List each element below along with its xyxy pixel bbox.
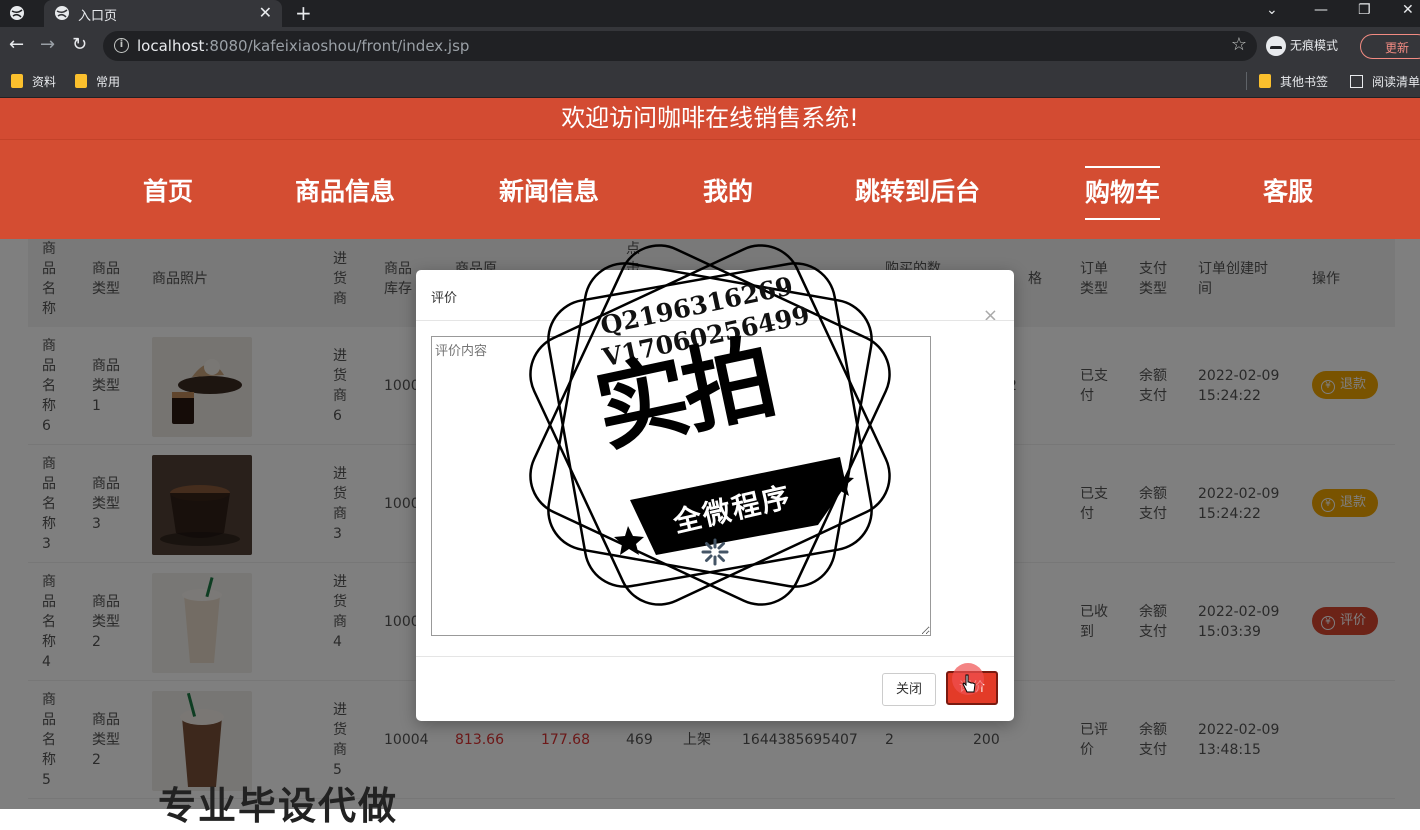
incognito-icon [1266, 36, 1286, 56]
reload-icon[interactable]: ↻ [72, 35, 87, 55]
dialog-title: 评价 [431, 291, 458, 306]
back-icon[interactable]: ← [9, 35, 24, 55]
site-info-icon[interactable]: i [114, 38, 129, 53]
forward-icon[interactable]: → [40, 35, 55, 55]
incognito-indicator[interactable]: 无痕模式 [1266, 36, 1338, 56]
nav-news[interactable]: 新闻信息 [499, 172, 599, 212]
bookmark-folder[interactable]: 资料 [11, 73, 56, 90]
other-bookmarks[interactable]: 其他书签 [1259, 73, 1328, 90]
nav-mine[interactable]: 我的 [703, 172, 753, 212]
close-button[interactable]: 关闭 [882, 673, 936, 706]
bookmark-divider [1246, 72, 1247, 90]
close-tab-icon[interactable]: ✕ [259, 3, 272, 22]
tab-search-icon[interactable]: ⌄ [1266, 2, 1278, 18]
restore-icon[interactable]: ❐ [1358, 2, 1371, 18]
nav-products[interactable]: 商品信息 [295, 172, 395, 212]
hand-cursor-icon [962, 674, 976, 693]
close-icon[interactable]: × [983, 305, 998, 326]
browser-tab[interactable]: 入口页 ✕ [44, 0, 282, 27]
reading-list[interactable]: 阅读清单 [1350, 73, 1420, 90]
folder-icon [11, 74, 23, 88]
browser-tab-bar: 入口页 ✕ + ⌄ — ❐ ✕ [0, 0, 1420, 27]
browser-menu-icon[interactable] [9, 5, 25, 21]
close-window-icon[interactable]: ✕ [1402, 2, 1414, 18]
browser-toolbar: ← → ↻ i localhost:8080/kafeixiaoshou/fro… [0, 27, 1420, 65]
reading-list-icon [1350, 75, 1363, 88]
globe-icon [55, 6, 69, 20]
folder-icon [75, 74, 87, 88]
loading-spinner-icon [701, 538, 729, 566]
update-button[interactable]: 更新 [1360, 34, 1420, 59]
bookmark-folder[interactable]: 常用 [75, 73, 120, 90]
dialog-divider [416, 656, 1014, 657]
bookmark-star-icon[interactable]: ☆ [1231, 34, 1247, 55]
nav-admin[interactable]: 跳转到后台 [855, 172, 980, 212]
watermark-bottom-text: 专业毕设代做 [158, 784, 399, 828]
nav-home[interactable]: 首页 [143, 172, 193, 212]
address-bar[interactable]: i localhost:8080/kafeixiaoshou/front/ind… [103, 31, 1257, 61]
main-nav: 首页 商品信息 新闻信息 我的 跳转到后台 购物车 客服 [0, 139, 1420, 239]
welcome-banner: 欢迎访问咖啡在线销售系统! [0, 98, 1420, 139]
tab-title: 入口页 [78, 9, 118, 24]
new-tab-icon[interactable]: + [295, 1, 312, 25]
nav-service[interactable]: 客服 [1263, 172, 1313, 212]
url-text: localhost:8080/kafeixiaoshou/front/index… [137, 37, 470, 55]
bookmarks-bar: 资料 常用 其他书签 阅读清单 [0, 65, 1420, 98]
folder-icon [1259, 74, 1271, 88]
minimize-icon[interactable]: — [1314, 2, 1328, 18]
nav-cart[interactable]: 购物车 [1085, 166, 1161, 220]
